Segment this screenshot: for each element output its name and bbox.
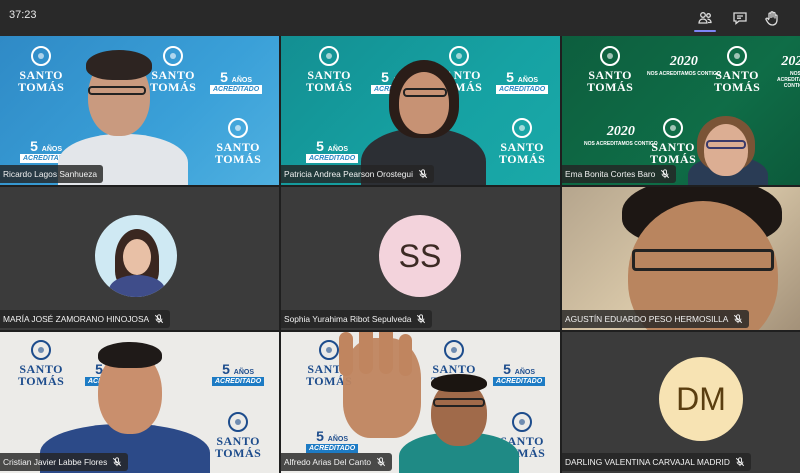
raise-hand-icon xyxy=(765,11,778,26)
participant-name: Patricia Andrea Pearson Orostegui xyxy=(281,165,434,183)
meeting-timer: 37:23 xyxy=(9,9,37,21)
initials-avatar: SS xyxy=(379,215,461,297)
campaign-badge: 2020NOS ACREDITAMOS CONTIGO xyxy=(584,124,658,147)
accreditation-badge: 5 AÑOS ACREDITADO xyxy=(496,70,549,94)
raise-hand-button[interactable] xyxy=(758,4,786,32)
santo-tomas-logo: SANTOTOMÁS xyxy=(650,118,696,165)
participant-tile[interactable]: SANTOTOMÁS 5 AÑOS ACREDITADO 5 AÑOS ACRE… xyxy=(0,332,279,473)
participant-name: Ema Bonita Cortes Baro xyxy=(562,165,677,183)
mic-off-icon xyxy=(661,169,670,179)
accreditation-badge: 5 AÑOS ACREDITADO xyxy=(306,139,359,163)
accreditation-badge: 5 AÑOS ACREDITADO xyxy=(210,70,263,94)
santo-tomas-logo: SANTOTOMÁS xyxy=(714,46,760,93)
participant-tile[interactable]: DM DARLING VALENTINA CARVAJAL MADRID xyxy=(562,332,800,473)
participant-tile[interactable]: AGUSTÍN EDUARDO PESO HERMOSILLA xyxy=(562,187,800,330)
participant-tile[interactable]: SS Sophia Yurahima Ribot Sepulveda xyxy=(281,187,560,330)
participant-tile[interactable]: SANTO TOMÁS SANTO TOMÁS 2020 NOS ACREDITAMO… xyxy=(562,36,800,185)
mic-off-icon xyxy=(155,314,164,324)
mic-off-icon xyxy=(417,314,426,324)
santo-tomas-logo: SANTOTOMÁS xyxy=(18,340,64,387)
mic-off-icon xyxy=(734,314,743,324)
initials-avatar: DM xyxy=(659,357,743,441)
participant-name: DARLING VALENTINA CARVAJAL MADRID xyxy=(562,453,751,471)
mic-off-icon xyxy=(735,457,744,467)
santo-tomas-logo: SANTOTOMÁS xyxy=(150,46,196,93)
participant-tile[interactable]: SANTOTOMÁS SANTOTOMÁS 5 AÑOS ACREDITADO … xyxy=(281,36,560,185)
mic-off-icon xyxy=(418,169,428,179)
santo-tomas-logo: SANTOTOMÁS xyxy=(499,118,545,165)
participant-tile[interactable]: SANTOTOMÁS SANTOTOMÁS 5 AÑOS ACREDITADO … xyxy=(281,332,560,473)
mic-off-icon xyxy=(376,457,386,467)
video-grid: SANTO TOMÁS SANTO TOMÁS 5 AÑOS ACREDITADO … xyxy=(0,36,800,473)
campaign-badge: 2020NOS ACREDITAMOS CONTIGO xyxy=(777,54,800,89)
meeting-toolbar: 37:23 xyxy=(0,0,800,36)
accreditation-badge: 5 AÑOS ACREDITADO xyxy=(212,362,265,386)
participant-photo-avatar xyxy=(95,215,177,297)
chat-icon xyxy=(733,12,747,25)
participant-name: Cristian Javier Labbe Flores xyxy=(0,453,129,471)
people-button[interactable] xyxy=(691,4,719,32)
santo-tomas-logo: SANTOTOMÁS xyxy=(18,46,64,93)
santo-tomas-logo: SANTOTOMÁS xyxy=(306,46,352,93)
people-icon xyxy=(698,12,712,24)
santo-tomas-logo: SANTOTOMÁS xyxy=(215,118,261,165)
santo-tomas-logo: SANTOTOMÁS xyxy=(215,412,261,459)
chat-button[interactable] xyxy=(726,4,754,32)
participant-name: MARÍA JOSÉ ZAMORANO HINOJOSA xyxy=(0,310,171,328)
participant-name: Alfredo Arias Del Canto xyxy=(281,453,393,471)
participant-name: Sophia Yurahima Ribot Sepulveda xyxy=(281,310,433,328)
mic-off-icon xyxy=(113,457,122,467)
participant-name: Ricardo Lagos Sanhueza xyxy=(0,165,104,183)
participant-name: AGUSTÍN EDUARDO PESO HERMOSILLA xyxy=(562,310,750,328)
accreditation-badge: 5 AÑOS ACREDITADO xyxy=(306,429,359,453)
campaign-badge: 2020NOS ACREDITAMOS CONTIGO xyxy=(647,54,721,77)
santo-tomas-logo: SANTOTOMÁS xyxy=(587,46,633,93)
accreditation-badge: 5 AÑOS ACREDITADO xyxy=(493,362,546,386)
participant-tile[interactable]: SANTOTOMÁS SANTOTOMÁS 5 AÑOS ACREDITADO … xyxy=(0,36,279,185)
participant-tile[interactable]: MARÍA JOSÉ ZAMORANO HINOJOSA xyxy=(0,187,279,330)
